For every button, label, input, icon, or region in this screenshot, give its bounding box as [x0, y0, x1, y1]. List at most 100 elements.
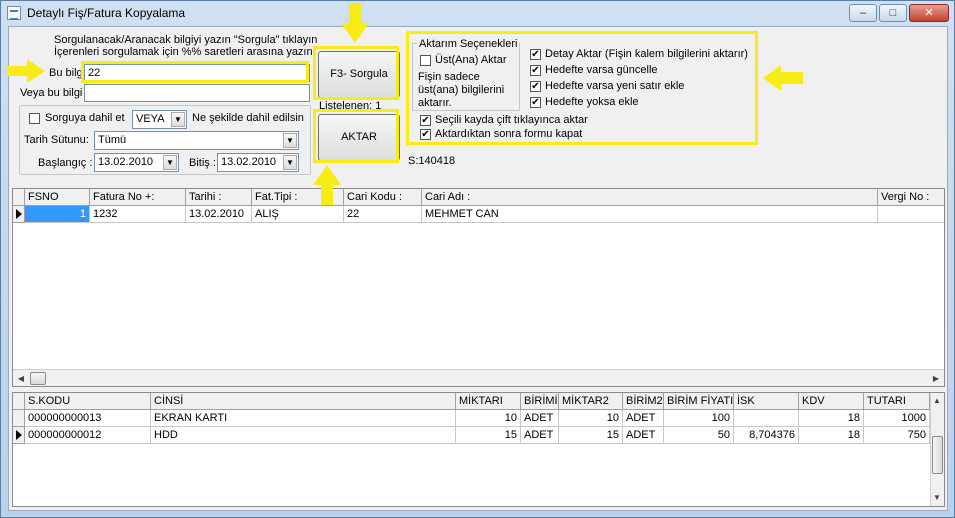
- query-button[interactable]: F3- Sorgula: [318, 51, 400, 98]
- form-client-area: Sorgulanacak/Aranacak bilgiyi yazın "Sor…: [8, 26, 948, 511]
- current-row-arrow-icon: [13, 206, 25, 223]
- logic-select[interactable]: VEYA ▼: [132, 110, 187, 129]
- detail-checkbox[interactable]: ✔: [530, 49, 541, 60]
- column-header[interactable]: BİRİM FİYATI: [664, 393, 734, 410]
- cell-miktari[interactable]: 15: [456, 427, 521, 444]
- column-header[interactable]: İSK: [734, 393, 799, 410]
- scroll-left-icon[interactable]: ◀: [13, 371, 29, 386]
- bu-bilgi-label: Bu bilgi: [49, 67, 86, 79]
- cell-cari-adi[interactable]: MEHMET CAN: [422, 206, 878, 223]
- close-button[interactable]: ✕: [909, 4, 949, 22]
- add-row-checkbox[interactable]: ✔: [530, 81, 541, 92]
- close-after-label: Aktardıktan sonra formu kapat: [435, 128, 583, 140]
- cell-birimi[interactable]: ADET: [521, 427, 559, 444]
- row-indicator-header: [13, 393, 25, 410]
- cell-tutari[interactable]: 1000: [864, 410, 930, 427]
- column-header[interactable]: FSNO: [25, 189, 90, 206]
- column-header[interactable]: TUTARI: [864, 393, 930, 410]
- cell-miktar2[interactable]: 10: [559, 410, 623, 427]
- dblclick-checkbox[interactable]: ✔: [420, 115, 431, 126]
- column-header[interactable]: Fatura No +:: [90, 189, 186, 206]
- column-header[interactable]: MİKTAR2: [559, 393, 623, 410]
- detail-label: Detay Aktar (Fişin kalem bilgilerini akt…: [545, 48, 748, 60]
- column-header[interactable]: Vergi No :: [878, 189, 944, 206]
- header-only-note: Fişin sadece üst(ana) bilgilerini aktarı…: [418, 71, 505, 109]
- cell-cinsi[interactable]: HDD: [151, 427, 456, 444]
- items-grid[interactable]: S.KODU CİNSİ MİKTARI BİRİMİ MİKTAR2 BİRİ…: [12, 392, 945, 507]
- scrollbar-thumb[interactable]: [932, 436, 943, 474]
- options-title: Aktarım Seçenekleri: [417, 38, 520, 50]
- column-header[interactable]: S.KODU: [25, 393, 151, 410]
- invoice-grid[interactable]: FSNO Fatura No +: Tarihi : Fat.Tipi : Ca…: [12, 188, 945, 387]
- cell-tutari[interactable]: 750: [864, 427, 930, 444]
- cell-isk[interactable]: [734, 410, 799, 427]
- cell-kdv[interactable]: 18: [799, 427, 864, 444]
- transfer-button[interactable]: AKTAR: [318, 114, 400, 161]
- column-header[interactable]: BİRİM2: [623, 393, 664, 410]
- cell-miktari[interactable]: 10: [456, 410, 521, 427]
- veya-bu-bilgi-label: Veya bu bilgi: [20, 87, 83, 99]
- cell-isk[interactable]: 8,704376: [734, 427, 799, 444]
- column-header[interactable]: KDV: [799, 393, 864, 410]
- date-column-value: Tümü: [98, 134, 127, 146]
- vertical-scrollbar[interactable]: ▲ ▼: [930, 393, 944, 506]
- main-window: Detaylı Fiş/Fatura Kopyalama – □ ✕ Sorgu…: [0, 0, 955, 518]
- end-date-value: 13.02.2010: [221, 156, 277, 168]
- start-date-label: Başlangıç :: [38, 157, 93, 169]
- logic-value: VEYA: [136, 113, 165, 125]
- horizontal-scrollbar[interactable]: ◀ ▶: [13, 369, 944, 386]
- cell-fsno[interactable]: 1: [25, 206, 90, 223]
- cell-cinsi[interactable]: EKRAN KARTI: [151, 410, 456, 427]
- column-header[interactable]: BİRİMİ: [521, 393, 559, 410]
- add-missing-checkbox[interactable]: ✔: [530, 97, 541, 108]
- column-header[interactable]: Cari Kodu :: [344, 189, 422, 206]
- row-indicator-header: [13, 189, 25, 206]
- cell-skodu[interactable]: 000000000013: [25, 410, 151, 427]
- header-only-label: Üst(Ana) Aktar: [435, 54, 507, 66]
- cell-birim-fiyati[interactable]: 50: [664, 427, 734, 444]
- column-header[interactable]: Tarihi :: [186, 189, 252, 206]
- cell-kdv[interactable]: 18: [799, 410, 864, 427]
- cell-birim2[interactable]: ADET: [623, 427, 664, 444]
- cell-miktar2[interactable]: 15: [559, 427, 623, 444]
- calendar-dropdown-icon: ▼: [283, 155, 297, 170]
- app-icon: [7, 6, 21, 20]
- cell-fat-tipi[interactable]: ALIŞ: [252, 206, 344, 223]
- instructions-line2: İçerenleri sorgulamak için %% saretleri …: [54, 46, 316, 58]
- chevron-down-icon: ▼: [283, 133, 297, 148]
- cell-fatura-no[interactable]: 1232: [90, 206, 186, 223]
- start-date-picker[interactable]: 13.02.2010 ▼: [94, 153, 179, 172]
- cell-vergi-no[interactable]: [878, 206, 944, 223]
- scrollbar-thumb[interactable]: [30, 372, 46, 385]
- end-date-picker[interactable]: 13.02.2010 ▼: [217, 153, 299, 172]
- add-row-label: Hedefte varsa yeni satır ekle: [545, 80, 685, 92]
- column-header[interactable]: MİKTARI: [456, 393, 521, 410]
- scroll-right-icon[interactable]: ▶: [928, 371, 944, 386]
- include-checkbox[interactable]: [29, 113, 40, 124]
- cell-birim2[interactable]: ADET: [623, 410, 664, 427]
- listed-count: Listelenen: 1: [319, 100, 382, 112]
- calendar-dropdown-icon: ▼: [163, 155, 177, 170]
- title-bar[interactable]: Detaylı Fiş/Fatura Kopyalama – □ ✕: [1, 1, 954, 25]
- scroll-up-icon[interactable]: ▲: [930, 393, 944, 408]
- cell-cari-kodu[interactable]: 22: [344, 206, 422, 223]
- add-missing-label: Hedefte yoksa ekle: [545, 96, 639, 108]
- bu-bilgi-input[interactable]: 22: [84, 64, 310, 82]
- cell-birimi[interactable]: ADET: [521, 410, 559, 427]
- column-header[interactable]: CİNSİ: [151, 393, 456, 410]
- cell-birim-fiyati[interactable]: 100: [664, 410, 734, 427]
- column-header[interactable]: Fat.Tipi :: [252, 189, 344, 206]
- close-after-checkbox[interactable]: ✔: [420, 129, 431, 140]
- veya-bu-bilgi-input[interactable]: [84, 84, 310, 102]
- header-only-checkbox[interactable]: [420, 55, 431, 66]
- update-checkbox[interactable]: ✔: [530, 65, 541, 76]
- maximize-button[interactable]: □: [879, 4, 907, 22]
- cell-tarihi[interactable]: 13.02.2010: [186, 206, 252, 223]
- cell-skodu[interactable]: 000000000012: [25, 427, 151, 444]
- current-row-arrow-icon: [13, 427, 25, 444]
- minimize-button[interactable]: –: [849, 4, 877, 22]
- row-indicator: [13, 410, 25, 427]
- column-header[interactable]: Cari Adı :: [422, 189, 878, 206]
- date-column-select[interactable]: Tümü ▼: [94, 131, 299, 150]
- scroll-down-icon[interactable]: ▼: [930, 490, 944, 505]
